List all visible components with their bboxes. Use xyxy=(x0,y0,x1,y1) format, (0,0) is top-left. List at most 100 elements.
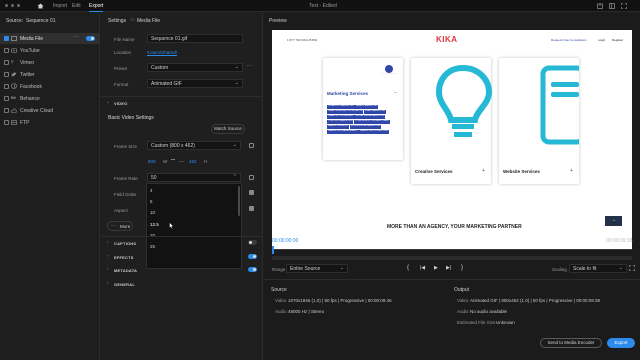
twitter-icon xyxy=(11,72,17,77)
minimize-window-dot[interactable] xyxy=(11,4,14,7)
timecode-in[interactable]: 00:00:00:00 xyxy=(272,238,298,244)
more-label: More xyxy=(120,224,131,229)
service-tag: CONTENT MARKETING xyxy=(327,119,354,124)
match-source-button[interactable]: Match Source xyxy=(211,124,245,134)
format-select[interactable]: Animated GIF ⌄ xyxy=(147,79,243,88)
link-line: — xyxy=(179,159,184,164)
service-tag: MARKETING CONSULTING xyxy=(359,129,389,134)
frame-size-checkbox[interactable] xyxy=(249,143,254,148)
destination-vimeo[interactable]: v Vimeo xyxy=(0,57,100,68)
step-back-icon[interactable]: |◀ xyxy=(420,265,425,271)
preset-more-icon[interactable]: ··· xyxy=(247,63,252,69)
frame-rate-option-hover[interactable]: 12.5 xyxy=(150,222,159,227)
workspace-icon[interactable] xyxy=(609,3,615,9)
metadata-section-header[interactable]: METADATA xyxy=(114,268,137,273)
basic-video-settings-title: Basic Video Settings xyxy=(108,115,154,121)
media-file-toggle[interactable] xyxy=(86,36,95,41)
preset-label: Preset xyxy=(114,66,128,71)
chevron-right-icon[interactable]: › xyxy=(107,253,108,258)
aspect-checkbox[interactable] xyxy=(249,206,254,211)
destination-behance[interactable]: Bē Behance xyxy=(0,93,100,104)
settings-header: Settings xyxy=(108,18,127,24)
metadata-toggle[interactable] xyxy=(248,267,257,272)
window-title: Test - Edited xyxy=(309,3,337,9)
frame-rate-value: 50 xyxy=(151,175,157,181)
file-name-input[interactable]: Sequence 01.gif xyxy=(147,34,243,43)
more-button[interactable]: ··· More xyxy=(107,221,133,231)
destination-twitter[interactable]: Twitter xyxy=(0,69,100,80)
mark-out-icon[interactable]: } xyxy=(461,265,463,271)
effects-section-header[interactable]: EFFECTS xyxy=(114,255,134,260)
preset-select[interactable]: Custom ⌄ xyxy=(147,63,243,72)
website-card: Website Services + xyxy=(499,58,579,184)
frame-rate-select[interactable]: 50 ⌃ xyxy=(147,173,241,182)
site-login: Login xyxy=(598,38,606,42)
frame-rate-option[interactable]: 25 xyxy=(150,244,155,249)
frame-rate-dropdown: 4 5 10 12.5 20 25 xyxy=(146,183,242,269)
service-tag: EMAIL MARKETING xyxy=(364,109,387,114)
chevron-up-icon: ⌃ xyxy=(232,174,237,180)
send-to-media-encoder-button[interactable]: Send to Media Encoder xyxy=(540,338,602,348)
chevron-down-icon[interactable]: ⌄ xyxy=(106,99,109,104)
captions-section-header[interactable]: CAPTIONS xyxy=(114,241,136,246)
service-tag: MARKETING MANAGEMENT xyxy=(327,129,359,134)
tab-import[interactable]: Import xyxy=(53,3,67,9)
mark-in-icon[interactable]: { xyxy=(407,265,409,271)
play-icon[interactable]: ▶ xyxy=(434,265,438,271)
frame-rate-option[interactable]: 4 xyxy=(150,188,153,193)
site-register: Register xyxy=(612,38,624,42)
output-heading: Output xyxy=(454,287,470,293)
timeline-track[interactable] xyxy=(272,249,632,250)
frame-rate-option[interactable]: 5 xyxy=(150,199,153,204)
timecode-out[interactable]: 00:00:09:38 xyxy=(606,238,632,244)
tab-edit[interactable]: Edit xyxy=(72,3,81,9)
frame-size-select[interactable]: Custom (800 x 462) ⌄ xyxy=(147,141,241,150)
captions-toggle[interactable] xyxy=(248,240,257,245)
source-value[interactable]: Sequence 01 xyxy=(26,18,55,24)
effects-toggle[interactable] xyxy=(248,254,257,259)
playhead[interactable] xyxy=(272,246,274,254)
range-select[interactable]: Entire Source ⌄ xyxy=(286,264,348,273)
device-icon xyxy=(540,65,579,145)
fullscreen-preview-icon[interactable] xyxy=(629,265,635,271)
location-link[interactable]: /Users/Shared/ xyxy=(147,50,177,55)
website-card-title: Website Services xyxy=(503,169,540,174)
vimeo-icon: v xyxy=(11,59,14,65)
height-value[interactable]: 462 xyxy=(189,159,197,164)
dropdown-scrollbar[interactable] xyxy=(238,186,240,216)
quick-export-icon[interactable] xyxy=(597,3,603,9)
frame-rate-option[interactable]: 10 xyxy=(150,210,155,215)
timeline-bar[interactable] xyxy=(272,256,632,260)
frame-rate-checkbox[interactable] xyxy=(249,175,254,180)
export-button[interactable]: Export xyxy=(607,338,635,348)
destination-label: YouTube xyxy=(20,48,40,54)
chevron-right-icon[interactable]: › xyxy=(107,266,108,271)
destination-label: Facebook xyxy=(20,84,42,90)
scaling-select[interactable]: Scale to fit ⌄ xyxy=(569,264,627,273)
width-value[interactable]: 800 xyxy=(148,159,156,164)
chevron-right-icon[interactable]: › xyxy=(107,280,108,285)
destination-youtube[interactable]: YouTube xyxy=(0,45,100,56)
scaling-value: Scale to fit xyxy=(573,266,597,272)
field-order-checkbox[interactable] xyxy=(249,190,254,195)
site-phone: 1 877 730 KIKA (5452) xyxy=(287,38,318,42)
youtube-icon xyxy=(11,48,17,53)
close-window-dot[interactable] xyxy=(5,4,8,7)
chevron-down-icon: ⌄ xyxy=(339,265,344,271)
maximize-window-dot[interactable] xyxy=(17,4,20,7)
site-consult-link: Request Free Consultation xyxy=(551,38,587,42)
chevron-right-icon[interactable]: › xyxy=(107,239,108,244)
destination-creative-cloud[interactable]: Creative Cloud xyxy=(0,105,100,116)
video-section-header[interactable]: VIDEO xyxy=(114,101,127,106)
tab-export[interactable]: Export xyxy=(89,3,104,12)
destination-ftp[interactable]: FTP xyxy=(0,117,100,128)
link-dimensions-icon[interactable]: ⎓ xyxy=(171,157,175,163)
general-section-header[interactable]: GENERAL xyxy=(114,282,135,287)
home-icon[interactable] xyxy=(37,3,44,9)
fullscreen-icon[interactable] xyxy=(621,3,627,9)
destination-media-file[interactable]: Media File ··· xyxy=(0,33,100,44)
destination-facebook[interactable]: Facebook xyxy=(0,81,100,92)
more-options-icon[interactable]: ··· xyxy=(74,34,79,40)
creative-card: Creative Services + xyxy=(411,58,493,184)
step-forward-icon[interactable]: ▶| xyxy=(446,265,451,271)
